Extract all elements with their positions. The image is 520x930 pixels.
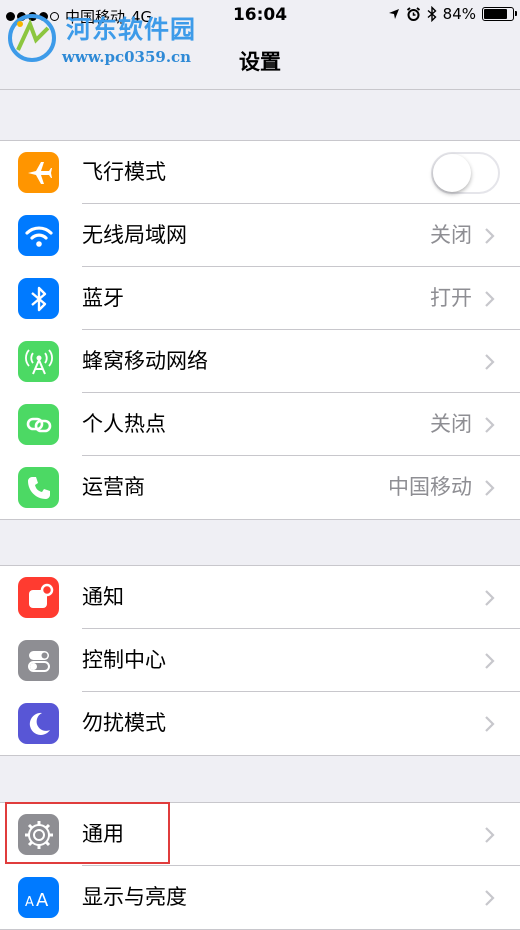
chevron-right-icon [485,827,495,843]
highlight-box [5,802,170,864]
chevron-right-icon [485,716,495,732]
row-value: 关闭 [430,223,472,247]
connectivity-group: 飞行模式 无线局域网 关闭 蓝牙 打开 蜂窝移动网络 个人热点 关闭 运营商 中… [0,140,520,520]
chevron-right-icon [485,354,495,370]
settings-row-personal-hotspot[interactable]: 个人热点 关闭 [0,393,520,456]
battery-percent: 84% [442,5,476,23]
bluetooth-status-icon [427,6,437,22]
svg-text:A: A [36,890,49,911]
settings-row-do-not-disturb[interactable]: 勿扰模式 [0,692,520,755]
alarm-clock-icon [406,6,420,21]
chevron-right-icon [485,228,495,244]
row-label: 无线局域网 [82,223,187,247]
airplane-icon [18,152,59,193]
chevron-right-icon [485,291,495,307]
phone-icon [18,467,59,508]
row-value: 关闭 [430,412,472,436]
row-label: 个人热点 [82,412,166,436]
moon-icon [18,703,59,744]
navigation-bar: 设置 [0,30,520,90]
location-arrow-icon [388,9,399,19]
bluetooth-icon [18,278,59,319]
chevron-right-icon [485,480,495,496]
settings-row-cellular[interactable]: 蜂窝移动网络 [0,330,520,393]
chevron-right-icon [485,653,495,669]
hotspot-link-icon [18,404,59,445]
row-label: 控制中心 [82,648,166,672]
page-title: 设置 [239,50,281,74]
airplane-mode-toggle[interactable] [431,152,500,194]
svg-text:A: A [25,895,34,910]
toggle-knob [433,154,471,192]
row-label: 飞行模式 [82,160,166,184]
cellular-antenna-icon [18,341,59,382]
settings-row-control-center[interactable]: 控制中心 [0,629,520,692]
control-center-icon [18,640,59,681]
row-label: 勿扰模式 [82,711,166,735]
row-value: 中国移动 [388,475,472,499]
notifications-icon [18,577,59,618]
row-label: 显示与亮度 [82,885,187,909]
settings-row-notifications[interactable]: 通知 [0,566,520,629]
settings-row-carrier[interactable]: 运营商 中国移动 [0,456,520,519]
chevron-right-icon [485,590,495,606]
row-label: 蓝牙 [82,286,124,310]
row-value: 打开 [430,286,472,310]
row-label: 蜂窝移动网络 [82,349,208,373]
row-label: 通知 [82,585,124,609]
wifi-icon [18,215,59,256]
chevron-right-icon [485,417,495,433]
text-size-icon: AA [18,877,59,918]
battery-icon [482,7,517,21]
settings-row-airplane-mode[interactable]: 飞行模式 [0,141,520,204]
row-label: 运营商 [82,475,145,499]
chevron-right-icon [485,890,495,906]
settings-row-display-brightness[interactable]: AA 显示与亮度 [0,866,520,929]
notifications-group: 通知 控制中心 勿扰模式 [0,565,520,756]
settings-row-wifi[interactable]: 无线局域网 关闭 [0,204,520,267]
settings-row-bluetooth[interactable]: 蓝牙 打开 [0,267,520,330]
